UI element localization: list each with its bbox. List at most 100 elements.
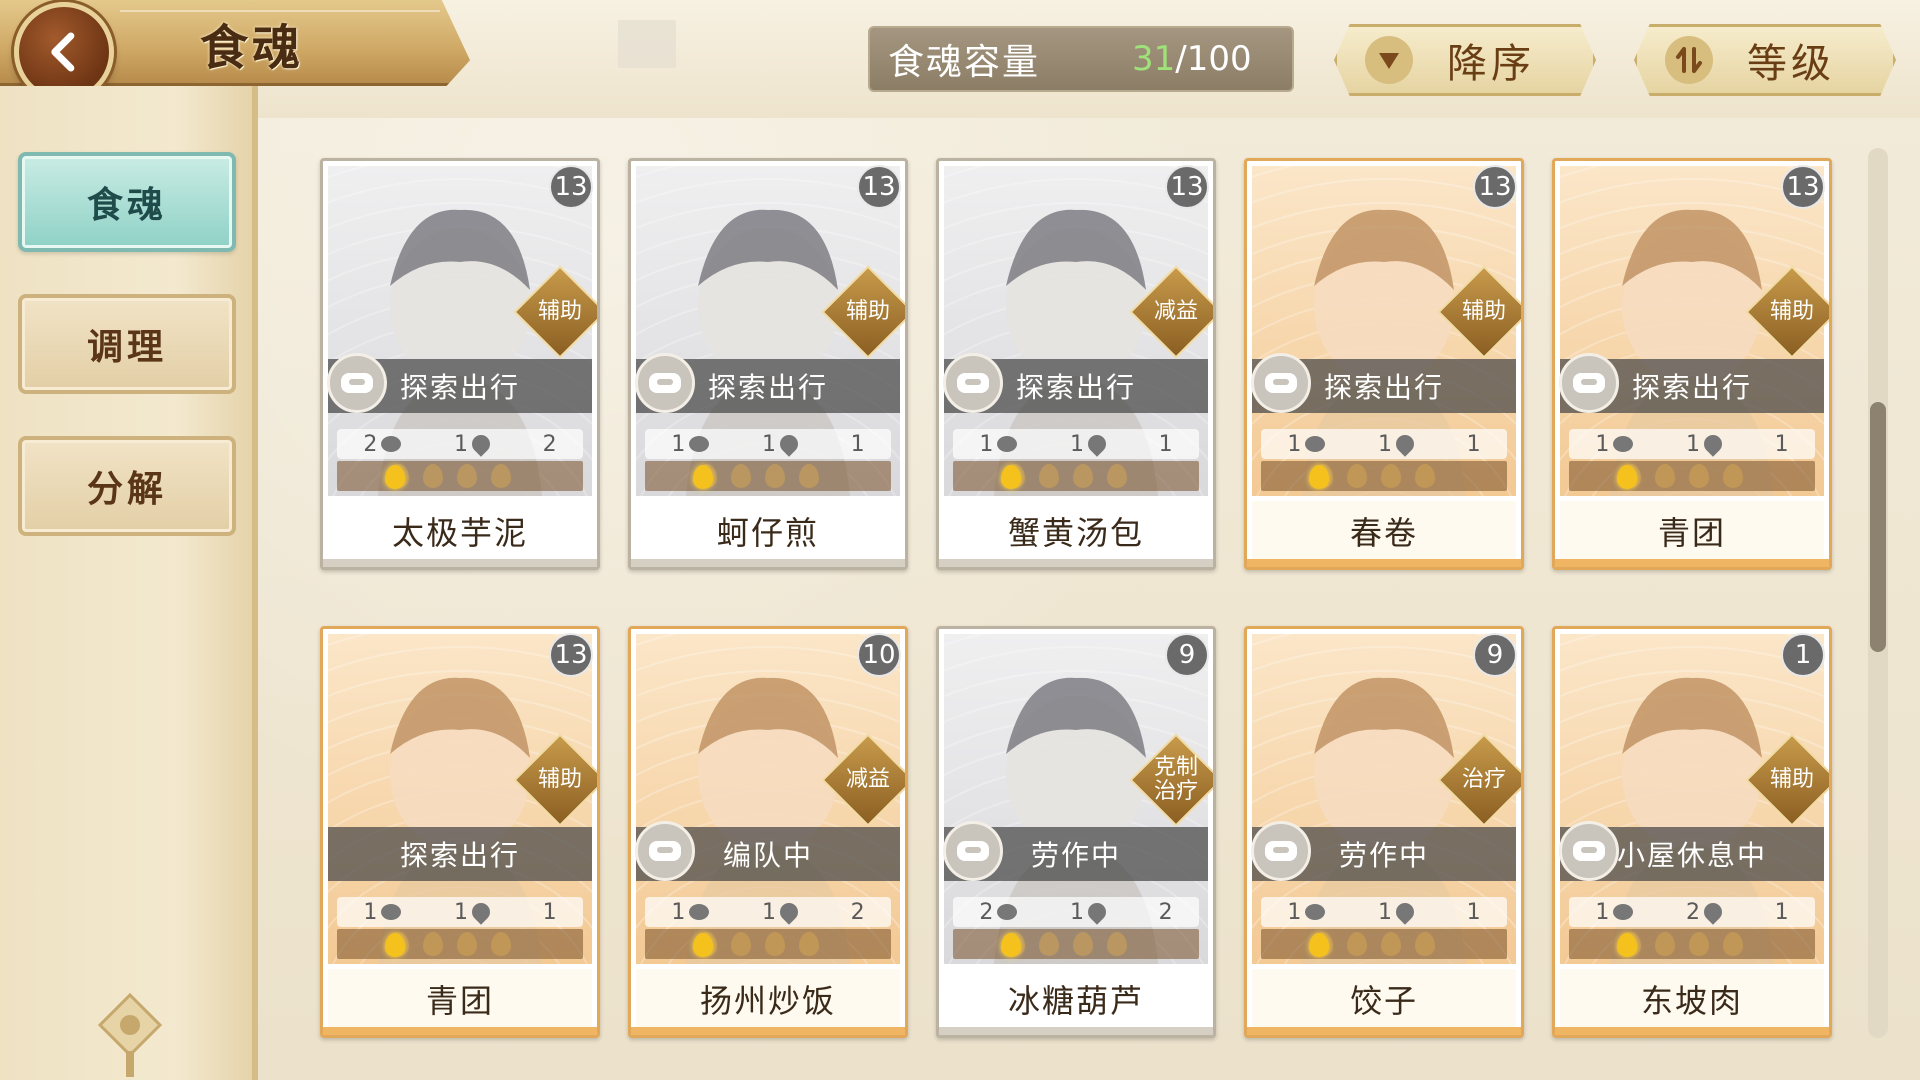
food-soul-card[interactable]: 1 辅助 小屋休息中 1 2 1 东坡肉 bbox=[1552, 626, 1832, 1038]
stat-value: 1 bbox=[453, 431, 468, 457]
star-flames bbox=[1261, 461, 1507, 491]
lit-flame-icon bbox=[1001, 465, 1021, 489]
flame-icon bbox=[765, 464, 785, 488]
stats-row: 1 2 1 bbox=[1569, 897, 1815, 927]
card-bottom-bar bbox=[323, 1027, 597, 1035]
food-soul-card[interactable]: 13 辅助 探索出行 1 1 1 春卷 bbox=[1244, 158, 1524, 570]
stat-value: 1 bbox=[1466, 431, 1481, 457]
stat-value: 2 bbox=[850, 899, 865, 925]
flame-icon bbox=[1381, 464, 1401, 488]
star-flames bbox=[337, 929, 583, 959]
role-label: 辅助 bbox=[1769, 767, 1814, 792]
stats-row: 1 1 2 bbox=[645, 897, 891, 927]
stat-value: 1 bbox=[1287, 899, 1302, 925]
stats-row: 2 1 2 bbox=[953, 897, 1199, 927]
flame-stat-icon bbox=[1084, 431, 1110, 457]
flame-icon bbox=[765, 932, 785, 956]
flame-icon bbox=[1655, 932, 1675, 956]
stat-value: 1 bbox=[1158, 431, 1173, 457]
stat-value: 1 bbox=[1595, 899, 1610, 925]
flame-icon bbox=[1073, 464, 1093, 488]
stat-value: 1 bbox=[1774, 431, 1789, 457]
capacity-total: /100 bbox=[1175, 39, 1252, 79]
level-badge: 9 bbox=[1165, 633, 1209, 677]
flame-stat-icon bbox=[1392, 899, 1418, 925]
scrollbar-thumb[interactable] bbox=[1870, 402, 1886, 652]
food-soul-card[interactable]: 10 减益 编队中 1 1 2 扬州炒饭 bbox=[628, 626, 908, 1038]
stats-row: 2 1 2 bbox=[337, 429, 583, 459]
flame-stat-icon bbox=[776, 431, 802, 457]
bun-icon bbox=[689, 904, 710, 920]
sidebar-item-cultivate[interactable]: 调理 bbox=[18, 294, 236, 394]
bun-icon bbox=[1613, 904, 1634, 920]
flame-stat-icon bbox=[1700, 431, 1726, 457]
stats-row: 1 1 1 bbox=[1261, 429, 1507, 459]
flame-icon bbox=[423, 464, 443, 488]
lit-flame-icon bbox=[693, 465, 713, 489]
stat-value: 1 bbox=[1774, 899, 1789, 925]
sort-field-label: 等级 bbox=[1747, 41, 1835, 87]
stats-row: 1 1 1 bbox=[337, 897, 583, 927]
star-flames bbox=[1569, 461, 1815, 491]
capacity-display: 食魂容量 31/100 bbox=[868, 26, 1294, 92]
flame-icon bbox=[1347, 464, 1367, 488]
flame-stat-icon bbox=[1700, 899, 1726, 925]
food-soul-card[interactable]: 9 克制 治疗 劳作中 2 1 2 冰糖葫芦 bbox=[936, 626, 1216, 1038]
food-soul-name: 太极芋泥 bbox=[328, 501, 592, 561]
lit-flame-icon bbox=[1617, 465, 1637, 489]
food-soul-card[interactable]: 13 辅助 探索出行 1 1 1 蚵仔煎 bbox=[628, 158, 908, 570]
stat-value: 1 bbox=[542, 899, 557, 925]
star-flames bbox=[645, 929, 891, 959]
food-soul-name: 青团 bbox=[328, 969, 592, 1029]
flame-icon bbox=[731, 932, 751, 956]
lit-flame-icon bbox=[1309, 465, 1329, 489]
role-label: 辅助 bbox=[537, 767, 582, 792]
star-flames bbox=[953, 929, 1199, 959]
placeholder-block bbox=[618, 20, 676, 68]
bowl-icon bbox=[1251, 353, 1311, 413]
bun-icon bbox=[997, 436, 1018, 452]
stat-value: 1 bbox=[1595, 431, 1610, 457]
flame-icon bbox=[1689, 464, 1709, 488]
sort-field-button[interactable]: 等级 bbox=[1634, 24, 1896, 96]
flame-stat-icon bbox=[776, 899, 802, 925]
food-soul-name: 东坡肉 bbox=[1560, 969, 1824, 1029]
top-bar: 食魂 食魂容量 31/100 降序 等级 bbox=[0, 0, 1920, 118]
flame-icon bbox=[1655, 464, 1675, 488]
role-label: 减益 bbox=[845, 767, 890, 792]
star-flames bbox=[953, 461, 1199, 491]
stat-value: 1 bbox=[1685, 431, 1700, 457]
level-badge: 13 bbox=[1473, 165, 1517, 209]
sidebar-item-food-souls[interactable]: 食魂 bbox=[18, 152, 236, 252]
lit-flame-icon bbox=[385, 465, 405, 489]
stat-value: 2 bbox=[1685, 899, 1700, 925]
stat-value: 1 bbox=[1377, 431, 1392, 457]
food-soul-name: 蚵仔煎 bbox=[636, 501, 900, 561]
stat-value: 1 bbox=[761, 431, 776, 457]
stat-value: 1 bbox=[1377, 899, 1392, 925]
lit-flame-icon bbox=[693, 933, 713, 957]
card-bottom-bar bbox=[323, 559, 597, 567]
bowl-icon bbox=[327, 353, 387, 413]
card-bottom-bar bbox=[939, 1027, 1213, 1035]
sidebar-item-decompose[interactable]: 分解 bbox=[18, 436, 236, 536]
food-soul-card[interactable]: 9 治疗 劳作中 1 1 1 饺子 bbox=[1244, 626, 1524, 1038]
food-soul-name: 青团 bbox=[1560, 501, 1824, 561]
flame-icon bbox=[491, 932, 511, 956]
stat-value: 2 bbox=[1158, 899, 1173, 925]
page-title: 食魂 bbox=[200, 20, 305, 76]
level-badge: 10 bbox=[857, 633, 901, 677]
food-soul-card[interactable]: 13 减益 探索出行 1 1 1 蟹黄汤包 bbox=[936, 158, 1216, 570]
lit-flame-icon bbox=[1001, 933, 1021, 957]
capacity-label: 食魂容量 bbox=[888, 42, 1041, 83]
sort-order-button[interactable]: 降序 bbox=[1334, 24, 1596, 96]
food-soul-card[interactable]: 13 辅助 探索出行 1 1 1 青团 bbox=[320, 626, 600, 1038]
flame-icon bbox=[799, 932, 819, 956]
food-soul-card[interactable]: 13 辅助 探索出行 2 1 2 太极芋泥 bbox=[320, 158, 600, 570]
sidebar: 食魂 调理 分解 bbox=[0, 86, 258, 1080]
lit-flame-icon bbox=[1309, 933, 1329, 957]
stat-value: 1 bbox=[761, 899, 776, 925]
food-soul-name: 扬州炒饭 bbox=[636, 969, 900, 1029]
stat-value: 1 bbox=[1069, 431, 1084, 457]
food-soul-card[interactable]: 13 辅助 探索出行 1 1 1 青团 bbox=[1552, 158, 1832, 570]
